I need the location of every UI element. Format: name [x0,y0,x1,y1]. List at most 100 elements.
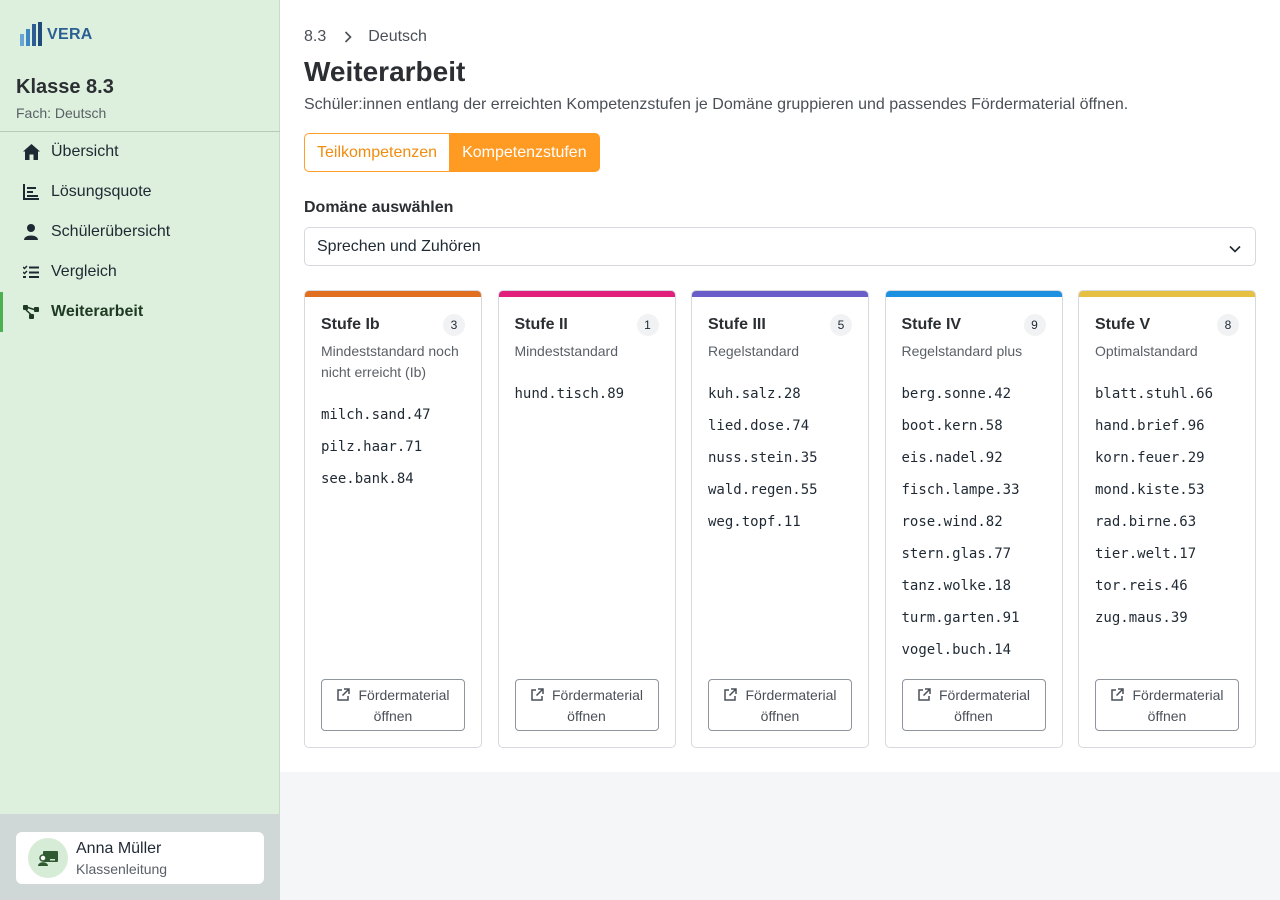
student-item: kuh.salz.28 [708,386,801,402]
student-list: kuh.salz.28 lied.dose.74 nuss.stein.35 w… [708,384,818,544]
student-item: stern.glas.77 [901,546,1012,562]
student-list: blatt.stuhl.66 hand.brief.96 korn.feuer.… [1095,384,1213,640]
external-link-icon [337,688,351,701]
class-title: Klasse 8.3 [16,76,114,98]
open-material-button[interactable]: Fördermaterial öffnen [514,679,659,731]
student-item: fisch.lampe.33 [901,482,1020,498]
count-badge: 5 [830,314,852,336]
student-list: milch.sand.47 pilz.haar.71 see.bank.84 [321,405,431,501]
button-label-line2: öffnen [1147,708,1187,724]
count-badge: 1 [636,314,659,336]
button-label-line2: öffnen [567,708,606,724]
level-card-ib: Stufe Ib 3 Mindeststandard noch nicht er… [304,290,482,748]
count-badge: 9 [1023,314,1046,336]
sidebar-item-weiterarbeit[interactable]: Weiterarbeit [0,292,280,332]
user-name: Anna Müller [76,839,162,857]
level-color-bar [692,291,868,297]
student-item: hand.brief.96 [1095,418,1205,434]
external-link-icon [918,688,931,701]
level-subtitle: Optimalstandard [1095,343,1198,359]
student-item: tanz.wolke.18 [901,578,1012,594]
level-card-iv: Stufe IV 9 Regelstandard plus berg.sonne… [884,290,1063,748]
level-color-bar [498,291,675,297]
button-label-line2: öffnen [954,708,993,724]
class-subject: Fach: Deutsch [16,105,107,121]
button-label-line2: öffnen [760,708,800,724]
student-item: boot.kern.58 [901,418,1003,434]
domain-select-value: Sprechen und Zuhören [317,237,481,255]
domain-select[interactable]: Sprechen und Zuhören [304,227,1256,266]
external-link-icon [531,688,544,701]
card-header: Stufe II 1 [515,314,659,336]
sidebar-item-label: Weiterarbeit [51,303,144,320]
view-toggle: Teilkompetenzen Kompetenzstufen [304,133,600,172]
student-item: see.bank.84 [321,471,414,487]
sidebar-item-vergleich[interactable]: Vergleich [0,252,280,292]
sidebar-item-loesungsquote[interactable]: Lösungsquote [0,172,280,212]
chevron-down-icon [1229,240,1241,258]
sidebar-item-schueleruebersicht[interactable]: Schülerübersicht [0,212,280,252]
level-title: Stufe II [514,316,568,333]
chevron-right-icon [344,31,352,43]
external-link-icon [1111,688,1125,701]
student-item: hund.tisch.89 [514,386,625,402]
level-columns: Stufe Ib 3 Mindeststandard noch nicht er… [304,290,1256,748]
level-card-v: Stufe V 8 Optimalstandard blatt.stuhl.66… [1078,290,1256,748]
sidebar: VERA Klasse 8.3 Fach: Deutsch Übersicht … [0,0,280,900]
button-label-line1: Fördermaterial [358,687,450,703]
toggle-teilkompetenzen[interactable]: Teilkompetenzen [304,133,450,172]
level-color-bar [305,291,481,297]
sidebar-item-label: Schülerübersicht [51,223,171,240]
student-item: vogel.buch.14 [901,642,1012,658]
student-list: hund.tisch.89 [515,384,625,416]
open-material-button[interactable]: Fördermaterial öffnen [901,679,1046,731]
breadcrumb-subject: Deutsch [368,28,427,45]
sidebar-nav: Übersicht Lösungsquote Schülerübersicht … [0,132,280,332]
student-item: berg.sonne.42 [901,386,1012,402]
user-role: Klassenleitung [76,860,168,877]
button-label-line1: Fördermaterial [745,687,837,703]
student-item: lied.dose.74 [708,418,810,434]
level-subtitle: Mindeststandard noch nicht erreicht (Ib) [321,343,459,380]
open-material-button[interactable]: Fördermaterial öffnen [1095,679,1239,731]
button-label-line1: Fördermaterial [938,687,1031,703]
person-icon [22,223,40,241]
student-item: zug.maus.39 [1095,610,1188,626]
count-badge: 8 [1217,314,1239,336]
card-header: Stufe III 5 [708,314,852,336]
student-item: turm.garten.91 [901,610,1020,626]
student-item: eis.nadel.92 [901,450,1003,466]
app-logo[interactable]: VERA [20,22,93,46]
level-subtitle: Regelstandard [708,343,800,359]
sidebar-item-label: Lösungsquote [51,183,152,200]
level-color-bar [885,291,1062,297]
teacher-icon [28,838,68,878]
student-item: rose.wind.82 [901,514,1003,530]
student-item: pilz.haar.71 [321,439,423,455]
student-item: tor.reis.46 [1095,578,1188,594]
sidebar-item-uebersicht[interactable]: Übersicht [0,132,280,172]
toggle-kompetenzstufen[interactable]: Kompetenzstufen [449,133,600,172]
sidebar-item-label: Vergleich [51,263,117,280]
button-label-line2: öffnen [373,708,413,724]
student-item: tier.welt.17 [1095,546,1197,562]
sidebar-item-label: Übersicht [51,143,119,160]
hierarchy-icon [22,303,40,321]
user-card[interactable]: Anna Müller Klassenleitung [16,832,264,884]
user-strip: Anna Müller Klassenleitung [0,814,280,900]
brand-name: VERA [47,26,93,43]
open-material-button[interactable]: Fördermaterial öffnen [321,679,465,731]
level-subtitle: Mindeststandard [514,343,619,359]
card-header: Stufe V 8 [1095,314,1239,336]
count-badge: 3 [443,314,465,336]
external-link-icon [724,688,738,701]
breadcrumb-class[interactable]: 8.3 [304,28,326,46]
page-title: Weiterarbeit [304,56,466,87]
student-item: korn.feuer.29 [1095,450,1205,466]
open-material-button[interactable]: Fördermaterial öffnen [708,679,852,731]
level-title: Stufe Ib [321,316,380,333]
level-color-bar [1079,291,1255,297]
student-list: berg.sonne.42 boot.kern.58 eis.nadel.92 … [902,384,1020,672]
level-card-iii: Stufe III 5 Regelstandard kuh.salz.28 li… [691,290,869,748]
breadcrumb: 8.3 Deutsch [304,28,427,46]
